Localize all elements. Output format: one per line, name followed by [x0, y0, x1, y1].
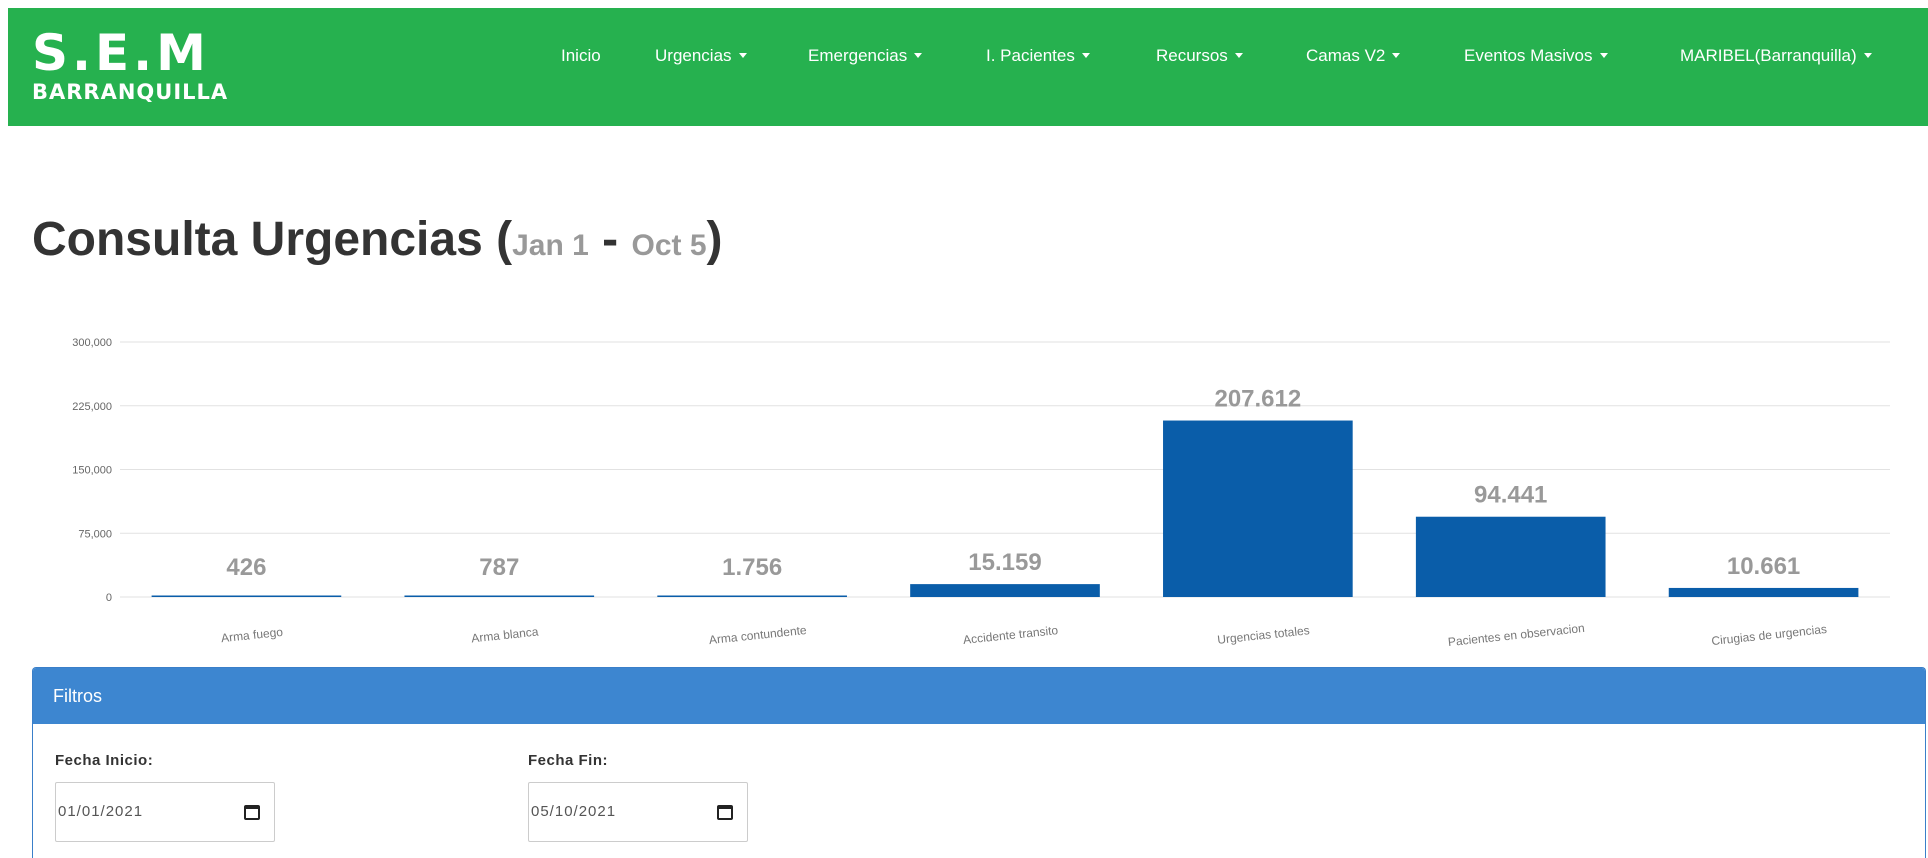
category-label: Urgencias totales	[1217, 623, 1311, 647]
bar	[1415, 516, 1606, 597]
page-title-text: Consulta Urgencias	[32, 213, 483, 266]
range-start: Jan 1	[512, 229, 589, 262]
top-navbar: S.E.M BARRANQUILLA Inicio Urgencias Emer…	[8, 8, 1928, 126]
end-date-label: Fecha Fin:	[528, 752, 609, 769]
start-date-label: Fecha Inicio:	[55, 752, 154, 769]
nav-item-inicio[interactable]: Inicio	[561, 44, 601, 68]
y-tick-label: 150,000	[72, 465, 112, 477]
caret-down-icon	[1863, 53, 1872, 58]
y-tick-label: 225,000	[72, 401, 112, 413]
category-label: Arma contundente	[708, 623, 807, 647]
calendar-icon[interactable]	[717, 805, 733, 820]
nav-item-camas-v2[interactable]: Camas V2	[1306, 44, 1401, 68]
filters-panel: Filtros Fecha Inicio: 01/01/2021 Fecha F…	[32, 667, 1926, 858]
filters-heading: Filtros	[33, 668, 1925, 724]
bar	[1163, 420, 1353, 597]
caret-down-icon	[914, 53, 923, 58]
bar	[404, 595, 595, 597]
nav-item-recursos[interactable]: Recursos	[1156, 44, 1243, 68]
caret-down-icon	[1234, 53, 1243, 58]
end-date-input[interactable]: 05/10/2021	[528, 782, 748, 842]
main-nav: Inicio Urgencias Emergencias I. Paciente…	[8, 44, 1928, 68]
date-range: (Jan 1 - Oct 5)	[496, 213, 723, 266]
range-end: Oct 5	[631, 229, 707, 262]
category-label: Cirugias de urgencias	[1711, 622, 1828, 648]
bar	[1668, 587, 1859, 597]
data-label: 15.159	[968, 549, 1041, 576]
data-label: 426	[226, 554, 266, 581]
end-date-field: Fecha Fin: 05/10/2021	[528, 752, 748, 842]
caret-down-icon	[738, 53, 747, 58]
urgencias-bar-chart: 0 75,000 150,000 225,000 300,000 426 Arma fueg…	[72, 337, 1890, 649]
start-date-field: Fecha Inicio: 01/01/2021	[55, 752, 275, 842]
end-date-value: 05/10/2021	[531, 803, 617, 820]
data-label: 10.661	[1727, 553, 1800, 580]
start-date-input[interactable]: 01/01/2021	[55, 782, 275, 842]
brand-subtitle: BARRANQUILLA	[32, 80, 229, 104]
nav-item-emergencias[interactable]: Emergencias	[808, 44, 923, 68]
page-title: Consulta Urgencias (Jan 1 - Oct 5)	[32, 212, 723, 274]
category-label: Arma fuego	[220, 625, 283, 645]
start-date-value: 01/01/2021	[58, 803, 144, 820]
nav-item-user-menu[interactable]: MARIBEL(Barranquilla)	[1680, 44, 1872, 68]
y-tick-label: 300,000	[72, 337, 112, 349]
data-label: 94.441	[1474, 482, 1547, 509]
data-label: 1.756	[722, 554, 782, 581]
caret-down-icon	[1081, 53, 1090, 58]
range-separator: -	[588, 213, 632, 266]
caret-down-icon	[1599, 53, 1608, 58]
caret-down-icon	[1392, 53, 1401, 58]
category-label: Arma blanca	[471, 625, 540, 646]
nav-item-pacientes[interactable]: I. Pacientes	[986, 44, 1090, 68]
data-label: 787	[479, 554, 519, 581]
nav-item-urgencias[interactable]: Urgencias	[655, 44, 747, 68]
category-label: Pacientes en observacion	[1447, 621, 1585, 649]
category-label: Accidente transito	[962, 623, 1059, 647]
y-tick-label: 75,000	[78, 528, 112, 540]
bar	[151, 595, 342, 597]
data-label: 207.612	[1214, 386, 1301, 413]
calendar-icon[interactable]	[244, 805, 260, 820]
nav-item-eventos-masivos[interactable]: Eventos Masivos	[1464, 44, 1608, 68]
y-tick-label: 0	[106, 592, 112, 604]
bar	[657, 595, 847, 597]
bar	[910, 584, 1100, 597]
